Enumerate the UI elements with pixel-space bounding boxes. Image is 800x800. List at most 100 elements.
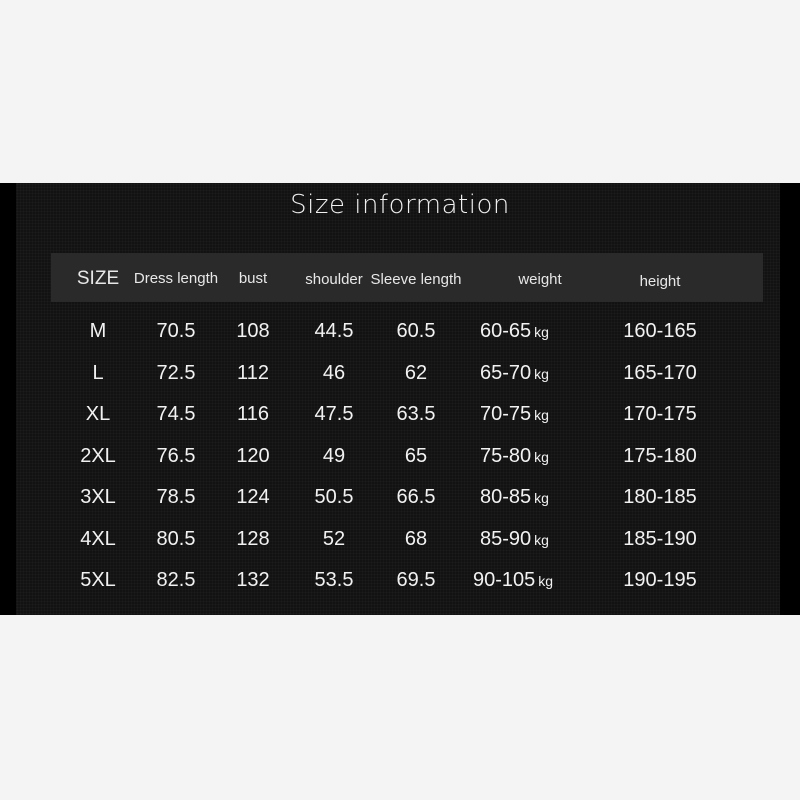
cell-value: 46 — [322, 361, 346, 384]
table-cell-bust: 128 — [236, 528, 269, 551]
table-cell-bust: 108 — [236, 320, 269, 343]
cell-value: 85-90 — [480, 527, 532, 550]
weight-unit: kg — [534, 448, 549, 465]
table-cell-size: 4XL — [80, 528, 116, 551]
cell-value: 185-190 — [623, 527, 697, 550]
table-cell-sleeve-length: 66.5 — [397, 486, 436, 509]
table-cell-weight: 85-90 kg — [480, 528, 549, 551]
cell-value: 63.5 — [396, 403, 436, 425]
cell-value: 116 — [237, 403, 269, 425]
cell-value: 70-75 — [480, 403, 532, 425]
table-cell-height: 180-185 — [623, 486, 696, 509]
table-cell-sleeve-length: 63.5 — [397, 403, 436, 426]
table-cell-weight: 75-80 kg — [480, 445, 549, 468]
table-cell-height: 165-170 — [623, 362, 696, 385]
table-cell-height: 170-175 — [623, 403, 696, 426]
table-cell-weight: 90-105 kg — [473, 569, 553, 592]
table-cell-shoulder: 49 — [323, 445, 345, 468]
cell-value: 128 — [236, 527, 270, 550]
column-header: height — [639, 273, 681, 290]
cell-value: 4XL — [80, 527, 116, 550]
cell-value: 80-85 — [480, 486, 532, 508]
table-cell-dress-length: 72.5 — [157, 362, 196, 385]
column-header: SIZE — [76, 268, 120, 289]
table-cell-bust: 120 — [236, 445, 269, 468]
table-cell-shoulder: 46 — [323, 362, 345, 385]
weight-unit: kg — [534, 407, 549, 423]
table-cell-shoulder: 47.5 — [315, 403, 354, 426]
cell-value: 76.5 — [156, 444, 196, 467]
column-header: bust — [238, 270, 268, 287]
cell-value: 53.5 — [314, 569, 354, 591]
table-cell-dress-length: 80.5 — [157, 528, 196, 551]
table-cell-bust: 112 — [237, 362, 269, 385]
table-cell-dress-length: 74.5 — [157, 403, 196, 426]
cell-value: 3XL — [80, 486, 116, 508]
weight-unit: kg — [534, 365, 549, 382]
table-cell-height: 160-165 — [623, 320, 696, 343]
cell-value: M — [89, 320, 107, 342]
cell-value: 50.5 — [314, 486, 354, 508]
table-cell-dress-length: 82.5 — [157, 569, 196, 592]
table-cell-height: 175-180 — [623, 445, 696, 468]
table-cell-sleeve-length: 62 — [405, 362, 427, 385]
table-cell-height: 190-195 — [623, 569, 696, 592]
cell-value: 175-180 — [623, 444, 697, 467]
cell-value: 5XL — [80, 569, 116, 591]
cell-value: 82.5 — [156, 569, 196, 591]
cell-value: 180-185 — [623, 486, 697, 508]
cell-value: 165-170 — [623, 361, 697, 384]
cell-value: 170-175 — [623, 403, 697, 425]
cell-value: 74.5 — [156, 403, 196, 425]
cell-value: 120 — [236, 444, 270, 467]
cell-value: 132 — [236, 569, 270, 591]
table-cell-bust: 132 — [236, 569, 269, 592]
cell-value: XL — [85, 403, 111, 425]
table-cell-size: 3XL — [80, 486, 116, 509]
cell-value: 75-80 — [480, 444, 532, 467]
cell-value: 160-165 — [623, 320, 697, 342]
weight-unit: kg — [534, 324, 549, 340]
table-cell-shoulder: 50.5 — [315, 486, 354, 509]
weight-unit: kg — [534, 531, 549, 548]
table-cell-size: M — [90, 320, 107, 343]
cell-value: 65-70 — [480, 361, 532, 384]
cell-value: 44.5 — [314, 320, 354, 342]
table-cell-bust: 124 — [236, 486, 269, 509]
table-cell-size: 2XL — [80, 445, 116, 468]
table-cell-weight: 80-85 kg — [480, 486, 549, 509]
cell-value: 60.5 — [396, 320, 436, 342]
table-cell-weight: 65-70 kg — [480, 362, 549, 385]
cell-value: 190-195 — [623, 569, 697, 591]
cell-value: 60-65 — [480, 320, 532, 342]
table-cell-dress-length: 70.5 — [157, 320, 196, 343]
table-cell-sleeve-length: 60.5 — [397, 320, 436, 343]
cell-value: 62 — [404, 361, 428, 384]
cell-value: 108 — [236, 320, 270, 342]
cell-value: 66.5 — [396, 486, 436, 508]
table-cell-size: 5XL — [80, 569, 116, 592]
table-cell-size: L — [92, 362, 103, 385]
cell-value: 52 — [322, 527, 346, 550]
table-cell-sleeve-length: 65 — [405, 445, 427, 468]
chart-title: Size information — [290, 190, 510, 220]
cell-value: 78.5 — [156, 486, 196, 508]
table-cell-sleeve-length: 68 — [405, 528, 427, 551]
cell-value: 90-105 — [473, 569, 536, 591]
weight-unit: kg — [538, 573, 554, 589]
table-cell-dress-length: 78.5 — [157, 486, 196, 509]
cell-value: 69.5 — [396, 569, 436, 591]
cell-value: 65 — [404, 444, 428, 467]
table-cell-dress-length: 76.5 — [157, 445, 196, 468]
table-cell-height: 185-190 — [623, 528, 696, 551]
cell-value: 49 — [322, 444, 346, 467]
cell-value: L — [92, 361, 104, 384]
table-cell-weight: 60-65 kg — [480, 320, 549, 343]
table-cell-bust: 116 — [237, 403, 269, 426]
table-cell-size: XL — [86, 403, 110, 426]
column-header: weight — [518, 271, 562, 288]
cell-value: 72.5 — [156, 361, 196, 384]
column-header: shoulder — [305, 271, 363, 288]
table-cell-shoulder: 44.5 — [315, 320, 354, 343]
column-header: Dress length — [133, 270, 219, 287]
